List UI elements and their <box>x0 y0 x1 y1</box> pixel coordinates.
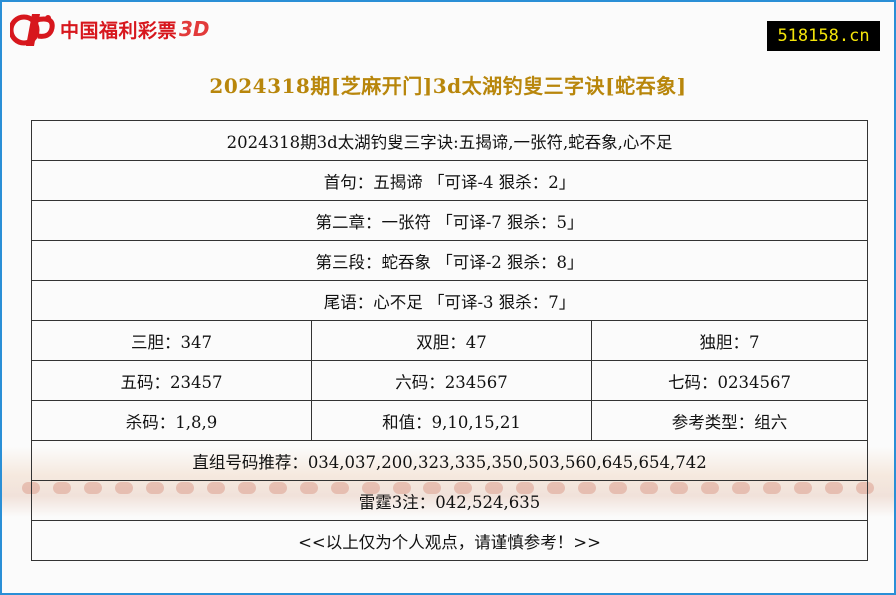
table-row: 首句：五揭谛 「可译-4 狠杀：2」 <box>30 160 869 201</box>
table-row: 杀码：1,8,9 和值：9,10,15,21 参考类型：组六 <box>31 400 869 441</box>
ref-type-cell: 参考类型：组六 <box>590 400 869 441</box>
thunder-cell: 雷霆3注：042,524,635 <box>30 480 869 521</box>
table-header-cell: 2024318期3d太湖钓叟三字诀:五揭谛,一张符,蛇吞象,心不足 <box>30 120 869 161</box>
two-dan-cell: 双胆：47 <box>311 320 592 361</box>
brand-name: 中国福利彩票 <box>60 19 178 42</box>
table-row: 第三段：蛇吞象 「可译-2 狠杀：8」 <box>30 240 869 281</box>
six-code-cell: 六码：234567 <box>311 360 592 401</box>
table-row: 直组号码推荐：034,037,200,323,335,350,503,560,6… <box>30 440 869 481</box>
kill-code-cell: 杀码：1,8,9 <box>31 400 312 441</box>
brand-suffix: 3D <box>179 17 210 41</box>
first-line-cell: 首句：五揭谛 「可译-4 狠杀：2」 <box>30 160 869 201</box>
table-row: 三胆：347 双胆：47 独胆：7 <box>31 320 869 361</box>
page-frame: 中国福利彩票 3D 518158.cn 2024318期[芝麻开门]3d太湖钓叟… <box>0 0 896 595</box>
last-line-cell: 尾语：心不足 「可译-3 狠杀：7」 <box>30 280 869 321</box>
seven-code-cell: 七码：0234567 <box>590 360 869 401</box>
prediction-table: 2024318期3d太湖钓叟三字诀:五揭谛,一张符,蛇吞象,心不足 首句：五揭谛… <box>30 120 869 561</box>
three-dan-cell: 三胆：347 <box>31 320 312 361</box>
one-dan-cell: 独胆：7 <box>590 320 869 361</box>
table-row: <<以上仅为个人观点，请谨慎参考！>> <box>30 520 869 561</box>
third-line-cell: 第三段：蛇吞象 「可译-2 狠杀：8」 <box>30 240 869 281</box>
disclaimer-cell: <<以上仅为个人观点，请谨慎参考！>> <box>30 520 869 561</box>
sum-value-cell: 和值：9,10,15,21 <box>311 400 592 441</box>
table-row: 五码：23457 六码：234567 七码：0234567 <box>31 360 869 401</box>
table-row: 尾语：心不足 「可译-3 狠杀：7」 <box>30 280 869 321</box>
brand-logo[interactable]: 中国福利彩票 3D <box>8 10 210 48</box>
table-row: 雷霆3注：042,524,635 <box>30 480 869 521</box>
second-line-cell: 第二章：一张符 「可译-7 狠杀：5」 <box>30 200 869 241</box>
table-row: 第二章：一张符 「可译-7 狠杀：5」 <box>30 200 869 241</box>
welfare-lottery-icon <box>8 10 56 48</box>
page-title: 2024318期[芝麻开门]3d太湖钓叟三字诀[蛇吞象] <box>209 74 687 98</box>
direct-group-cell: 直组号码推荐：034,037,200,323,335,350,503,560,6… <box>30 440 869 481</box>
site-badge[interactable]: 518158.cn <box>767 21 880 51</box>
five-code-cell: 五码：23457 <box>31 360 312 401</box>
table-row: 2024318期3d太湖钓叟三字诀:五揭谛,一张符,蛇吞象,心不足 <box>30 120 869 161</box>
